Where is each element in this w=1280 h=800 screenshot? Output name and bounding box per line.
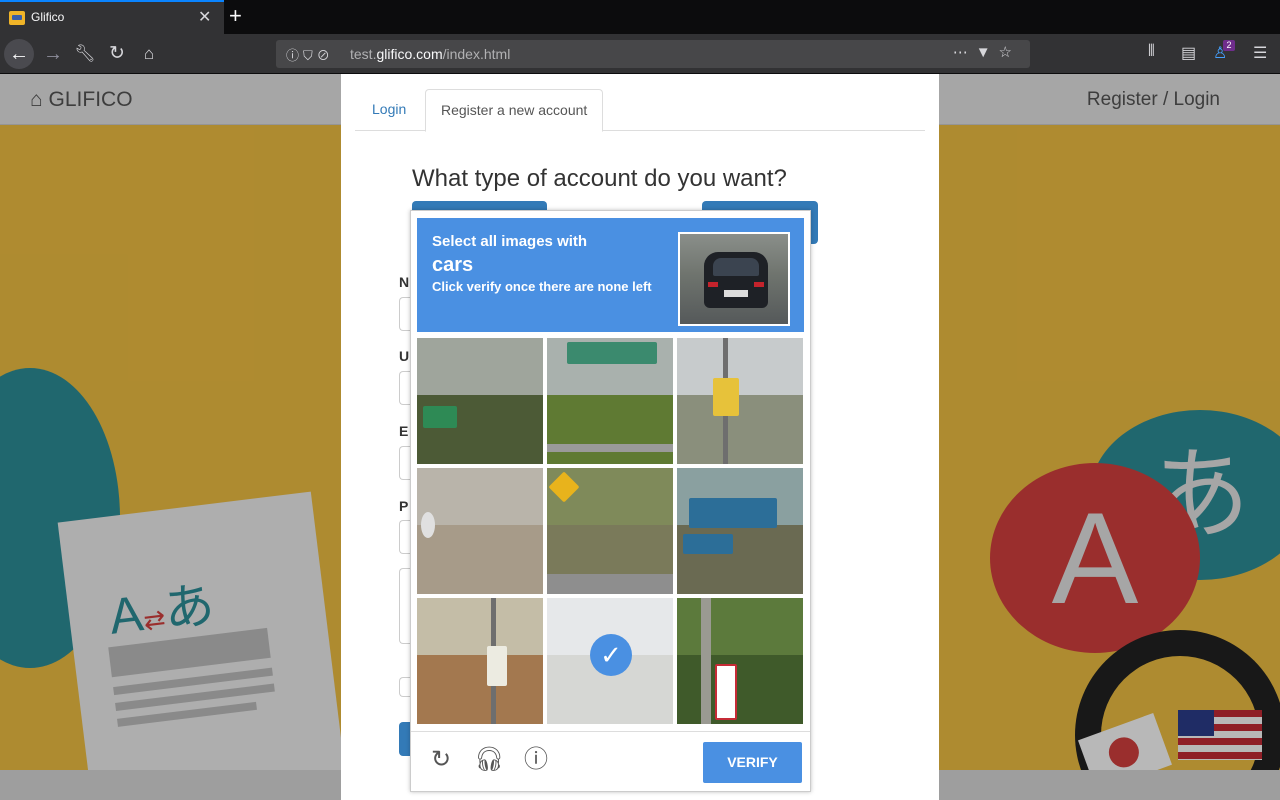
- field-label-e: E: [399, 423, 409, 439]
- page-actions-icon[interactable]: ⋯▼☆: [953, 43, 1020, 61]
- field-label-u: U: [399, 348, 410, 364]
- captcha-tile-2[interactable]: [547, 338, 673, 464]
- reload-challenge-icon[interactable]: ↻: [427, 746, 455, 774]
- captcha-tile-9[interactable]: [677, 598, 803, 724]
- captcha-tile-7[interactable]: [417, 598, 543, 724]
- field-label-p: P: [399, 498, 409, 514]
- captcha-target-object: cars: [432, 254, 474, 276]
- audio-challenge-icon[interactable]: 🎧︎: [474, 746, 504, 774]
- library-icon[interactable]: ⫴: [1148, 43, 1155, 61]
- recaptcha-challenge: Select all images with cars Click verify…: [410, 210, 811, 792]
- menu-hamburger-icon[interactable]: ☰: [1253, 43, 1267, 63]
- modal-tabs: Login Register a new account: [355, 89, 925, 132]
- verify-button[interactable]: VERIFY: [703, 742, 802, 783]
- sidebar-icon[interactable]: ▤: [1181, 43, 1196, 63]
- car-icon: [704, 252, 768, 308]
- wrench-icon[interactable]: 🔧︎: [70, 39, 100, 69]
- address-bar[interactable]: ⓘ⛉⊘ test.glifico.com/index.html ⋯▼☆: [276, 40, 1030, 68]
- captcha-tile-6[interactable]: [677, 468, 803, 594]
- tab-register[interactable]: Register a new account: [425, 89, 604, 132]
- browser-tab[interactable]: Glifico ✕: [0, 0, 224, 34]
- new-tab-icon[interactable]: +: [229, 3, 242, 29]
- url-text[interactable]: test.glifico.com/index.html: [350, 46, 510, 62]
- tab-strip: Glifico ✕ +: [0, 0, 1280, 34]
- tab-login[interactable]: Login: [355, 89, 423, 131]
- captcha-sample-image: [678, 232, 790, 326]
- close-tab-icon[interactable]: ✕: [198, 7, 211, 27]
- info-icon[interactable]: ⓘ: [522, 746, 550, 774]
- captcha-header: Select all images with cars Click verify…: [417, 218, 804, 332]
- forward-arrow-icon[interactable]: →: [38, 39, 68, 69]
- tab-title: Glifico: [31, 10, 65, 24]
- site-info-icon[interactable]: ⓘ⛉⊘: [286, 45, 334, 64]
- notification-badge: 2: [1223, 40, 1235, 51]
- captcha-image-grid: ✓: [417, 338, 804, 725]
- reload-icon[interactable]: ↻: [102, 39, 132, 69]
- captcha-tile-1[interactable]: [417, 338, 543, 464]
- captcha-footer: ↻ 🎧︎ ⓘ VERIFY: [411, 731, 810, 791]
- field-label-n: N: [399, 274, 410, 290]
- captcha-tile-4[interactable]: [417, 468, 543, 594]
- back-arrow-icon[interactable]: ←: [4, 39, 34, 69]
- account-type-question: What type of account do you want?: [412, 165, 787, 192]
- checkmark-icon: ✓: [590, 634, 632, 676]
- site-favicon-icon: [9, 11, 25, 25]
- captcha-instruction: Select all images with: [432, 233, 588, 250]
- navigation-toolbar: ← → 🔧︎ ↻ ⌂ ⓘ⛉⊘ test.glifico.com/index.ht…: [0, 34, 1280, 74]
- captcha-tile-5[interactable]: [547, 468, 673, 594]
- home-icon[interactable]: ⌂: [134, 39, 164, 69]
- captcha-tile-3[interactable]: [677, 338, 803, 464]
- captcha-subinstruction: Click verify once there are none left: [432, 279, 652, 294]
